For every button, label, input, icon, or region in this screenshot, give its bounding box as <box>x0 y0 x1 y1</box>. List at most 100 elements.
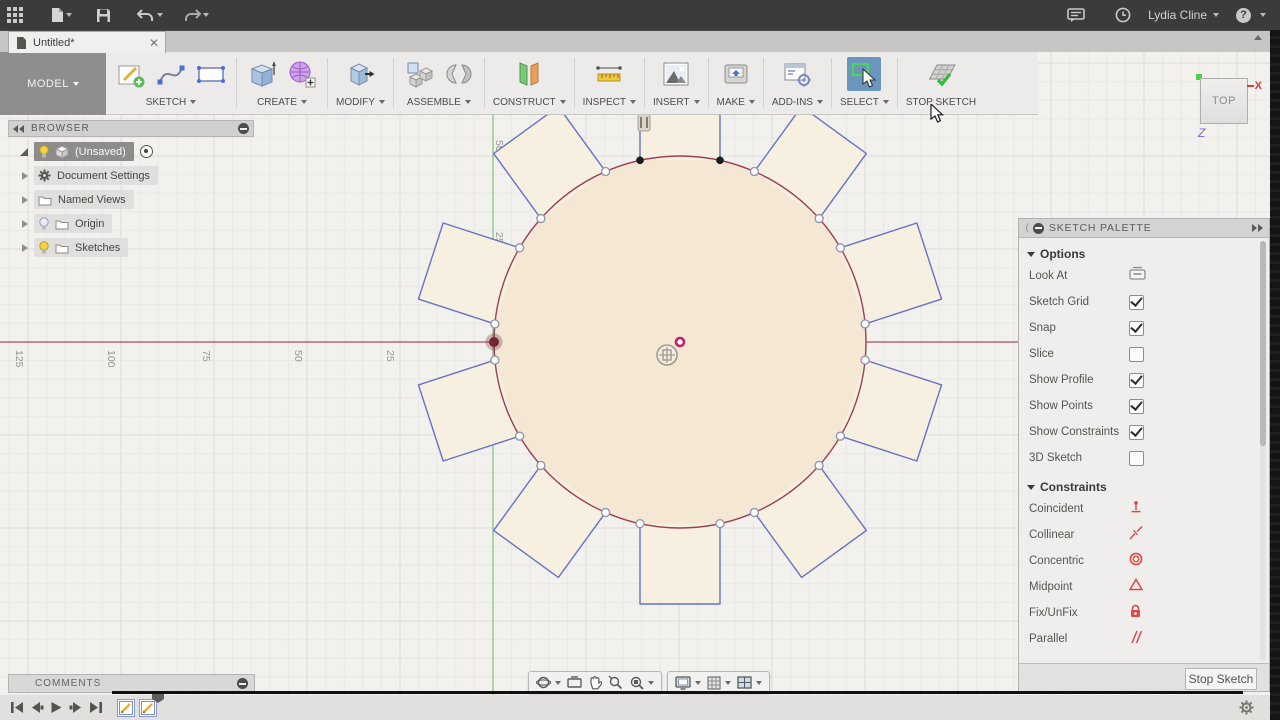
palette-constraint-collinear[interactable]: Collinear <box>1019 522 1269 548</box>
redo-button[interactable] <box>176 0 216 30</box>
look-at-icon[interactable] <box>1129 266 1147 286</box>
sketch-grid-checkbox[interactable] <box>1129 295 1144 310</box>
browser-root-row[interactable]: (Unsaved) <box>8 142 254 161</box>
stop-sketch-footer-button[interactable]: Stop Sketch <box>1185 668 1257 690</box>
browser-minimize-icon[interactable] <box>238 123 249 134</box>
viewports-caret[interactable] <box>756 681 762 685</box>
zoom-tool-button[interactable] <box>605 675 626 690</box>
ribbon-group-label[interactable]: INSPECT <box>583 97 636 108</box>
visibility-bulb-icon[interactable] <box>38 217 50 231</box>
show-points-checkbox[interactable] <box>1129 399 1144 414</box>
palette-scrollbar[interactable] <box>1260 241 1266 661</box>
stop-sketch-button[interactable] <box>924 57 958 91</box>
browser-header[interactable]: BROWSER <box>8 120 254 137</box>
press-pull-tool[interactable] <box>343 57 377 91</box>
sketch-palette-header[interactable]: ⟨ SKETCH PALETTE <box>1019 219 1269 238</box>
ribbon-group-label[interactable]: SKETCH <box>146 97 197 108</box>
viewcube-face-top[interactable]: TOP <box>1200 78 1248 124</box>
ribbon-group-label[interactable]: CONSTRUCT <box>493 97 566 108</box>
redo-caret[interactable] <box>203 13 209 17</box>
document-tab[interactable]: Untitled* ✕ <box>8 31 166 53</box>
ribbon-group-label[interactable]: ADD-INS <box>772 97 823 108</box>
comments-icon[interactable] <box>1060 0 1092 30</box>
display-settings-button[interactable] <box>672 676 704 690</box>
expand-triangle-icon[interactable] <box>22 244 28 252</box>
grid-caret[interactable] <box>725 681 731 685</box>
visibility-bulb-icon[interactable] <box>38 145 50 159</box>
slice-checkbox[interactable] <box>1129 347 1144 362</box>
browser-item-origin[interactable]: Origin <box>8 214 254 233</box>
concentric-constraint-icon[interactable] <box>1129 552 1143 571</box>
palette-constraint-concentric[interactable]: Concentric <box>1019 548 1269 574</box>
create-sketch-tool[interactable] <box>114 57 148 91</box>
timeline-settings-gear-icon[interactable] <box>1239 700 1254 715</box>
palette-constraint-fix-unfix[interactable]: Fix/UnFix <box>1019 600 1269 626</box>
midpoint-constraint-icon[interactable] <box>1129 578 1143 596</box>
fit-view-button[interactable] <box>626 675 657 690</box>
constraints-section-header[interactable]: Constraints <box>1027 480 1269 494</box>
file-menu-button[interactable] <box>44 0 79 30</box>
ribbon-group-label[interactable]: SELECT <box>840 97 889 108</box>
rectangle-tool[interactable] <box>194 57 228 91</box>
user-menu-caret[interactable] <box>1213 13 1219 17</box>
make-3d-print-tool[interactable] <box>719 57 753 91</box>
fixunfix-constraint-icon[interactable] <box>1129 604 1142 623</box>
timeline-feature-sketch-1[interactable] <box>117 699 135 717</box>
collapse-tabbar-icon[interactable] <box>1254 35 1262 40</box>
palette-scrollbar-thumb[interactable] <box>1260 241 1266 446</box>
user-name[interactable]: Lydia Cline <box>1148 8 1207 22</box>
viewports-button[interactable] <box>734 676 765 689</box>
insert-image-tool[interactable] <box>659 57 693 91</box>
tab-close-icon[interactable]: ✕ <box>149 37 159 49</box>
show-profile-checkbox[interactable] <box>1129 373 1144 388</box>
sketch-tooth[interactable] <box>640 524 720 604</box>
palette-constraint-coincident[interactable]: Coincident <box>1019 496 1269 522</box>
fit-caret[interactable] <box>648 681 654 685</box>
fixed-sketch-point[interactable] <box>489 337 499 347</box>
workspace-selector[interactable]: MODEL <box>0 52 106 115</box>
palette-minimize-icon[interactable] <box>1033 223 1044 234</box>
comments-expand-icon[interactable] <box>237 678 248 689</box>
snap-checkbox[interactable] <box>1129 321 1144 336</box>
notifications-clock-icon[interactable] <box>1108 0 1138 30</box>
new-component-tool[interactable] <box>402 57 436 91</box>
3d-sketch-checkbox[interactable] <box>1129 451 1144 466</box>
scripts-addins-tool[interactable] <box>780 57 814 91</box>
pan-tool-button[interactable] <box>585 675 605 690</box>
root-component-name[interactable]: (Unsaved) <box>75 146 126 158</box>
help-menu-caret[interactable] <box>1260 13 1266 17</box>
orbit-tool-button[interactable] <box>533 675 564 690</box>
collinear-constraint-icon[interactable] <box>1129 526 1143 545</box>
browser-item-named-views[interactable]: Named Views <box>8 190 254 209</box>
ribbon-group-label[interactable]: MODIFY <box>336 97 385 108</box>
circle-center-point[interactable] <box>676 338 684 346</box>
joint-tool[interactable] <box>442 57 476 91</box>
browser-item-sketches[interactable]: Sketches <box>8 238 254 257</box>
browser-item-label[interactable]: Origin <box>75 218 104 230</box>
activate-component-radio[interactable] <box>140 145 153 158</box>
app-launcher-icon[interactable] <box>0 0 30 30</box>
look-at-button[interactable] <box>564 676 585 689</box>
browser-item-label[interactable]: Named Views <box>58 194 126 206</box>
undo-caret[interactable] <box>157 13 163 17</box>
grid-layout-button[interactable] <box>704 676 734 690</box>
help-icon[interactable]: ? <box>1229 0 1258 30</box>
save-button[interactable] <box>89 0 118 30</box>
timeline-step-forward-button[interactable] <box>69 701 83 714</box>
show-constraints-checkbox[interactable] <box>1129 425 1144 440</box>
palette-constraint-midpoint[interactable]: Midpoint <box>1019 574 1269 600</box>
options-section-header[interactable]: Options <box>1027 247 1269 261</box>
expand-triangle-icon[interactable] <box>22 196 28 204</box>
timeline-feature-sketch-2[interactable] <box>139 699 157 717</box>
coincident-constraint-icon[interactable] <box>1129 500 1143 519</box>
ribbon-group-label[interactable]: CREATE <box>257 97 307 108</box>
browser-item-document-settings[interactable]: Document Settings <box>8 166 254 185</box>
collapse-palette-icon[interactable] <box>1251 224 1263 232</box>
expand-triangle-icon[interactable] <box>20 148 28 156</box>
timeline-go-to-end-button[interactable] <box>89 701 103 714</box>
timeline-track[interactable] <box>112 691 1243 694</box>
view-cube[interactable]: TOP X Z <box>1196 72 1258 134</box>
measure-tool[interactable] <box>592 57 626 91</box>
ribbon-group-label[interactable]: INSERT <box>653 97 700 108</box>
create-form-tool[interactable] <box>285 57 319 91</box>
